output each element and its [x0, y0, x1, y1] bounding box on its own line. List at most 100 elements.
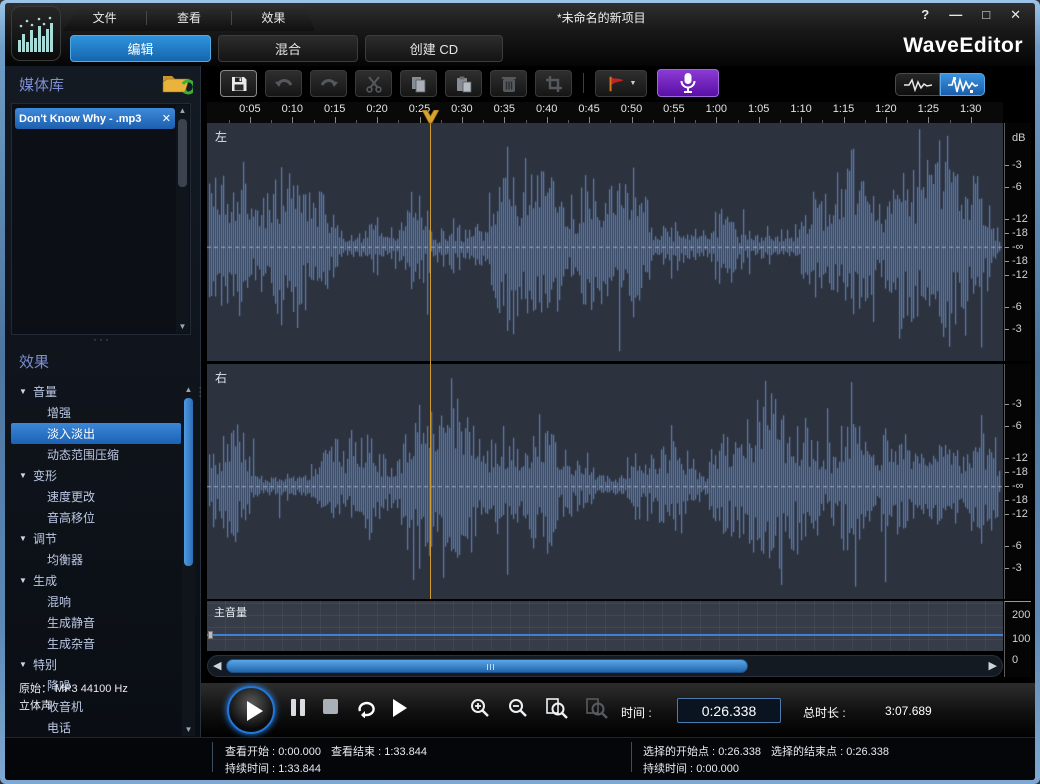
db-scale-label: -18 [1012, 494, 1028, 506]
ruler-tick-label: 0:30 [445, 103, 479, 115]
master-volume-panel[interactable]: 主音量 [207, 601, 1003, 651]
crop-icon [545, 75, 563, 93]
scroll-up-icon[interactable]: ▲ [176, 105, 189, 117]
waveform-canvas-right[interactable] [207, 364, 1003, 599]
tree-expand-icon[interactable]: ▼ [19, 576, 33, 585]
effects-item-label: 生成杂音 [47, 635, 95, 652]
effects-item-调节[interactable]: ▼调节 [11, 528, 181, 549]
ruler-tick-label: 0:10 [275, 103, 309, 115]
volume-handle[interactable] [208, 631, 213, 639]
media-item-close-icon[interactable]: ✕ [162, 112, 171, 125]
waveform-panel-right[interactable]: 右 [207, 364, 1003, 599]
menu-effects[interactable]: 效果 [232, 9, 315, 26]
volume-envelope-line[interactable] [207, 634, 1003, 636]
effects-item-均衡器[interactable]: 均衡器 [11, 549, 181, 570]
effects-item-音高移位[interactable]: 音高移位 [11, 507, 181, 528]
effects-item-生成静音[interactable]: 生成静音 [11, 612, 181, 633]
effects-item-淡入淡出[interactable]: 淡入淡出 [11, 423, 181, 444]
copy-button[interactable] [400, 70, 437, 97]
tab-mix[interactable]: 混合 [218, 35, 358, 62]
tab-edit[interactable]: 编辑 [70, 35, 211, 62]
play-selection-button[interactable] [393, 699, 407, 717]
open-folder-button[interactable] [161, 70, 193, 96]
effects-scroll-thumb[interactable] [184, 398, 193, 566]
horizontal-scrollbar[interactable]: ◀ ▶ [207, 655, 1003, 677]
menu-view[interactable]: 查看 [147, 9, 230, 26]
selection-duration-text: 持续时间 : 0:00.000 [643, 760, 739, 776]
ruler-tick-label: 1:20 [869, 103, 903, 115]
zoom-in-button[interactable] [469, 697, 491, 719]
media-library-list[interactable]: Don't Know Why - .mp3 ✕ ▲ ▼ [11, 103, 191, 335]
ruler-tick-label: 0:20 [360, 103, 394, 115]
effects-item-动态范围压缩[interactable]: 动态范围压缩 [11, 444, 181, 465]
maximize-button[interactable]: □ [982, 7, 990, 23]
menu-file[interactable]: 文件 [63, 9, 146, 26]
undo-button[interactable] [265, 70, 302, 97]
effects-item-生成[interactable]: ▼生成 [11, 570, 181, 591]
marker-flag-button[interactable]: ▼ [595, 70, 647, 97]
view-waveform-button[interactable] [895, 73, 940, 96]
effects-item-速度更改[interactable]: 速度更改 [11, 486, 181, 507]
effects-item-label: 电话 [47, 719, 71, 736]
help-button[interactable]: ? [921, 7, 929, 23]
sidebar-resize-grip[interactable]: ··· [194, 386, 208, 398]
effects-item-特别[interactable]: ▼特别 [11, 654, 181, 675]
effects-title: 效果 [19, 351, 49, 372]
scroll-right-icon[interactable]: ▶ [989, 659, 997, 672]
trim-button[interactable] [535, 70, 572, 97]
db-scale-left: dB-3-6-12-18-∞-18-12-6-3 [1004, 123, 1031, 361]
pause-button[interactable] [291, 699, 309, 721]
hscroll-thumb[interactable] [226, 659, 748, 673]
effects-item-生成杂音[interactable]: 生成杂音 [11, 633, 181, 654]
view-detail-button[interactable] [940, 73, 985, 96]
redo-button[interactable] [310, 70, 347, 97]
timeline-ruler[interactable]: 0:050:100:150:200:250:300:350:400:450:50… [207, 102, 1003, 123]
db-scale-tick [1005, 426, 1009, 427]
effects-item-增强[interactable]: 增强 [11, 402, 181, 423]
time-field[interactable] [677, 698, 781, 723]
zoom-selection-button[interactable] [545, 697, 569, 719]
effects-item-混响[interactable]: 混响 [11, 591, 181, 612]
brand-logo: WaveEditor [903, 34, 1023, 58]
scroll-down-icon[interactable]: ▼ [176, 321, 189, 333]
tree-expand-icon[interactable]: ▼ [19, 387, 33, 396]
effects-item-音量[interactable]: ▼音量 [11, 381, 181, 402]
ruler-tick-label: 0:50 [615, 103, 649, 115]
minimize-button[interactable]: — [949, 7, 962, 23]
paste-button[interactable] [445, 70, 482, 97]
zoom-out-button[interactable] [507, 697, 529, 719]
media-scroll-thumb[interactable] [178, 119, 187, 187]
db-scale-label: -3 [1012, 159, 1022, 171]
playhead-line[interactable] [430, 123, 431, 599]
tree-expand-icon[interactable]: ▼ [19, 534, 33, 543]
scroll-down-icon[interactable]: ▼ [182, 724, 195, 736]
zoom-fit-button[interactable] [585, 697, 609, 719]
play-button[interactable] [227, 686, 275, 734]
waveform-panel-left[interactable]: 左 [207, 123, 1003, 361]
media-item[interactable]: Don't Know Why - .mp3 ✕ [15, 108, 175, 129]
stop-button[interactable] [323, 699, 338, 714]
total-duration-value: 3:07.689 [885, 704, 932, 718]
save-button[interactable] [220, 70, 257, 97]
tree-expand-icon[interactable]: ▼ [19, 660, 33, 669]
cut-button[interactable] [355, 70, 392, 97]
waveform-canvas-left[interactable] [207, 123, 1003, 361]
delete-button[interactable] [490, 70, 527, 97]
panel-resize-grip[interactable]: ··· [93, 332, 111, 346]
tree-expand-icon[interactable]: ▼ [19, 471, 33, 480]
tab-create-cd[interactable]: 创建 CD [365, 35, 503, 62]
transport-bar: 时间 : 总时长 : 3:07.689 [201, 683, 1035, 737]
equalizer-icon [17, 14, 55, 54]
effects-item-变形[interactable]: ▼变形 [11, 465, 181, 486]
scroll-left-icon[interactable]: ◀ [213, 659, 221, 672]
close-button[interactable]: ✕ [1010, 7, 1021, 23]
status-divider [212, 742, 213, 772]
loop-button[interactable] [353, 696, 379, 718]
playhead-marker[interactable] [422, 110, 439, 124]
file-info-status: 原始： MP3 44100 Hz 立体声 [5, 674, 201, 717]
media-list-scrollbar[interactable]: ▲ ▼ [176, 105, 189, 333]
waveform-edit-icon [948, 77, 978, 93]
record-button[interactable] [657, 69, 719, 97]
dropdown-arrow-icon[interactable]: ▼ [630, 80, 637, 87]
effects-item-电话[interactable]: 电话 [11, 717, 181, 738]
